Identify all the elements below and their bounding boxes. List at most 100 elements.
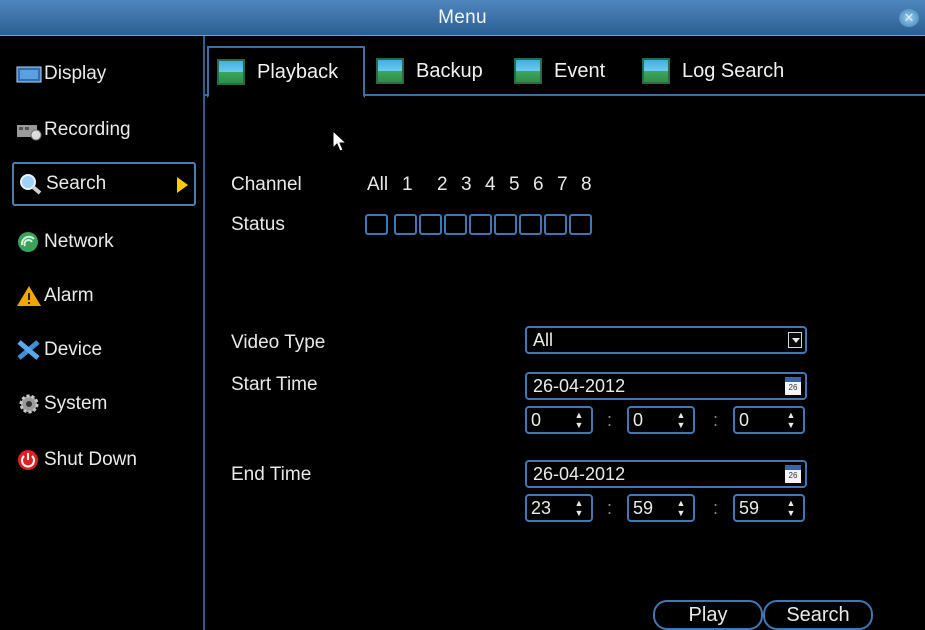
channel-1-checkbox[interactable]	[394, 214, 417, 235]
recording-icon	[16, 119, 42, 141]
channel-4-checkbox[interactable]	[469, 214, 492, 235]
start-second-value: 0	[739, 410, 750, 430]
channel-7-label: 7	[557, 174, 568, 195]
backup-tab-icon	[376, 58, 404, 84]
end-date-field[interactable]: 26-04-2012 26	[525, 460, 807, 488]
log-search-tab-icon	[642, 58, 670, 84]
sidebar: Display Recording Search Network Alarm D…	[0, 36, 202, 630]
tab-backup[interactable]: Backup	[368, 46, 483, 96]
alarm-icon	[16, 285, 42, 307]
tab-label: Backup	[416, 59, 483, 82]
video-type-value: All	[533, 330, 554, 350]
playback-tab-icon	[217, 59, 245, 85]
time-separator: :	[713, 410, 719, 430]
channel-5-checkbox[interactable]	[494, 214, 517, 235]
channel-8-checkbox[interactable]	[569, 214, 592, 235]
end-minute-spinner[interactable]: 59 ▲ ▼	[627, 494, 695, 522]
time-separator: :	[607, 498, 613, 518]
end-time-label: End Time	[231, 464, 312, 485]
mouse-cursor-icon	[332, 129, 348, 159]
video-type-select[interactable]: All	[525, 326, 807, 354]
end-date-value: 26-04-2012	[533, 464, 626, 484]
channel-7-checkbox[interactable]	[544, 214, 567, 235]
search-button[interactable]: Search	[763, 600, 873, 630]
network-icon	[16, 231, 42, 253]
channel-4-label: 4	[485, 174, 496, 195]
play-button[interactable]: Play	[653, 600, 763, 630]
sidebar-item-shut-down[interactable]: Shut Down	[12, 438, 194, 482]
sidebar-item-label: Network	[44, 231, 114, 252]
spinner-arrows-icon[interactable]: ▲ ▼	[785, 410, 797, 430]
sidebar-item-label: Search	[46, 173, 107, 194]
channel-6-label: 6	[533, 174, 544, 195]
spinner-arrows-icon[interactable]: ▲ ▼	[675, 498, 687, 518]
sidebar-item-label: Alarm	[44, 285, 94, 306]
calendar-icon[interactable]: 26	[785, 377, 801, 395]
window-title: Menu	[438, 7, 487, 28]
display-icon	[16, 63, 42, 85]
sidebar-item-label: Recording	[44, 119, 131, 140]
tab-bar: Playback Backup Event Log Search	[205, 46, 925, 98]
spinner-arrows-icon[interactable]: ▲ ▼	[785, 498, 797, 518]
time-separator: :	[607, 410, 613, 430]
channel-2-label: 2	[437, 174, 448, 195]
sidebar-item-label: Shut Down	[44, 449, 137, 470]
start-second-spinner[interactable]: 0 ▲ ▼	[733, 406, 805, 434]
sidebar-item-network[interactable]: Network	[12, 220, 194, 264]
sidebar-item-alarm[interactable]: Alarm	[12, 274, 194, 318]
channel-1-label: 1	[402, 174, 413, 195]
end-hour-spinner[interactable]: 23 ▲ ▼	[525, 494, 593, 522]
tab-label: Log Search	[682, 59, 785, 82]
tab-label: Playback	[257, 60, 339, 83]
channel-6-checkbox[interactable]	[519, 214, 542, 235]
start-time-label: Start Time	[231, 374, 318, 395]
channel-3-label: 3	[461, 174, 472, 195]
start-minute-value: 0	[633, 410, 644, 430]
spinner-arrows-icon[interactable]: ▲ ▼	[675, 410, 687, 430]
sidebar-item-recording[interactable]: Recording	[12, 108, 194, 152]
spinner-arrows-icon[interactable]: ▲ ▼	[573, 410, 585, 430]
chevron-down-icon[interactable]	[788, 332, 802, 348]
sidebar-item-system[interactable]: System	[12, 382, 194, 426]
channel-all-label: All	[367, 174, 389, 195]
end-hour-value: 23	[531, 498, 552, 518]
start-date-field[interactable]: 26-04-2012 26	[525, 372, 807, 400]
sidebar-item-label: Display	[44, 63, 107, 84]
main-panel: Playback Backup Event Log Search Channel…	[203, 36, 925, 630]
end-second-value: 59	[739, 498, 760, 518]
channel-3-checkbox[interactable]	[444, 214, 467, 235]
sidebar-item-device[interactable]: Device	[12, 328, 194, 372]
start-date-value: 26-04-2012	[533, 376, 626, 396]
title-bar: Menu ✕	[0, 0, 925, 36]
system-icon	[16, 393, 42, 415]
time-separator: :	[713, 498, 719, 518]
tab-label: Event	[554, 59, 606, 82]
tab-playback[interactable]: Playback	[207, 46, 365, 98]
event-tab-icon	[514, 58, 542, 84]
device-icon	[16, 339, 42, 361]
close-icon[interactable]: ✕	[899, 9, 919, 27]
channel-all-checkbox[interactable]	[365, 214, 388, 235]
status-label: Status	[231, 214, 285, 235]
channel-8-label: 8	[581, 174, 592, 195]
channel-5-label: 5	[509, 174, 520, 195]
selected-arrow-icon	[177, 177, 188, 193]
tab-log-search[interactable]: Log Search	[634, 46, 784, 96]
calendar-icon[interactable]: 26	[785, 465, 801, 483]
start-hour-value: 0	[531, 410, 542, 430]
channel-label: Channel	[231, 174, 302, 195]
sidebar-item-label: Device	[44, 339, 103, 360]
power-icon	[16, 449, 42, 471]
search-icon	[18, 173, 44, 195]
spinner-arrows-icon[interactable]: ▲ ▼	[573, 498, 585, 518]
start-hour-spinner[interactable]: 0 ▲ ▼	[525, 406, 593, 434]
tab-event[interactable]: Event	[506, 46, 605, 96]
channel-2-checkbox[interactable]	[419, 214, 442, 235]
end-second-spinner[interactable]: 59 ▲ ▼	[733, 494, 805, 522]
end-minute-value: 59	[633, 498, 654, 518]
video-type-label: Video Type	[231, 332, 326, 353]
sidebar-item-search[interactable]: Search	[12, 162, 196, 206]
start-minute-spinner[interactable]: 0 ▲ ▼	[627, 406, 695, 434]
sidebar-item-label: System	[44, 393, 108, 414]
sidebar-item-display[interactable]: Display	[12, 52, 194, 96]
